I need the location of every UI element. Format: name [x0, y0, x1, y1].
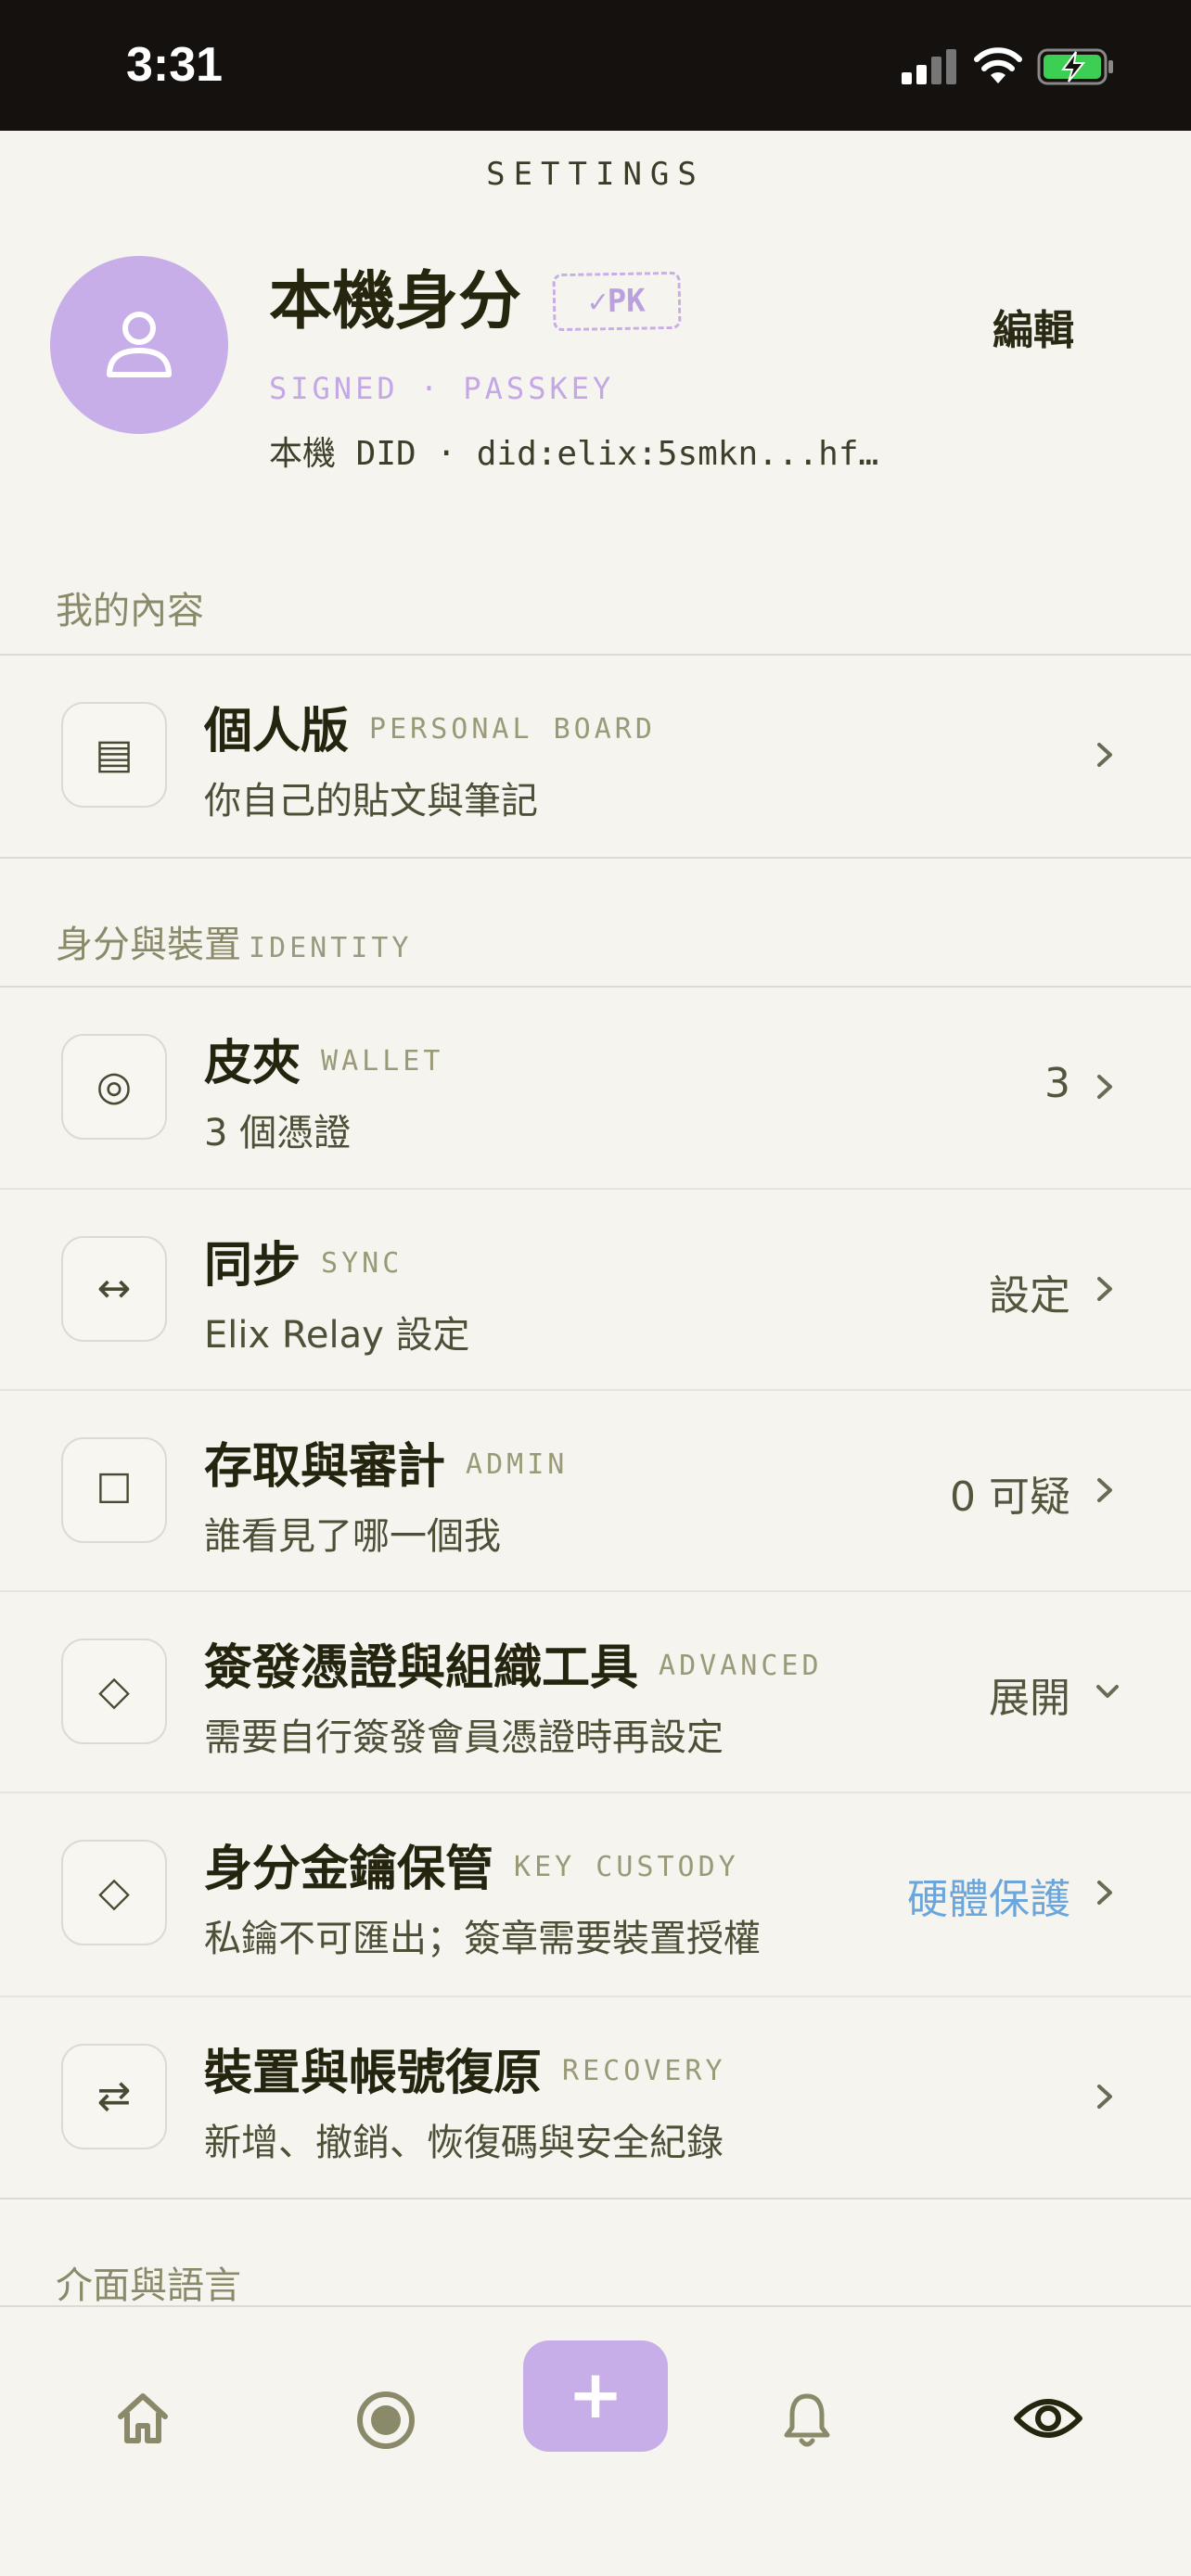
- row-value: 硬體保護: [907, 1876, 1070, 1923]
- row-title: 簽發憑證與組織工具 ADVANCED: [204, 1640, 823, 1696]
- wifi-icon: [974, 47, 1022, 83]
- divider: [0, 2198, 1191, 2200]
- admin-icon: ☐: [61, 1437, 167, 1543]
- wallet-icon: ◎: [61, 1034, 167, 1140]
- row-description: Elix Relay 設定: [204, 1314, 470, 1357]
- row-tag: KEY CUSTODY: [514, 1851, 739, 1883]
- row-title: 皮夾 WALLET: [204, 1036, 444, 1091]
- chevron-right-icon: [1097, 1277, 1112, 1301]
- section-label-my-content: 我的內容: [56, 590, 204, 632]
- row-key-custody[interactable]: ◇ 身分金鑰保管 KEY CUSTODY 私鑰不可匯出；簽章需要裝置授權 硬體保護: [0, 1793, 1191, 1995]
- row-description: 私鑰不可匯出；簽章需要裝置授權: [204, 1918, 761, 1960]
- row-sync[interactable]: ↔ 同步 SYNC Elix Relay 設定 設定: [0, 1190, 1191, 1391]
- eye-icon: [1014, 2399, 1082, 2438]
- home-icon: [118, 2393, 168, 2443]
- add-button[interactable]: +: [523, 2340, 668, 2452]
- row-tag: PERSONAL BOARD: [369, 713, 656, 746]
- chevron-right-icon: [1097, 1881, 1112, 1905]
- row-tag: WALLET: [321, 1045, 444, 1078]
- bell-icon: [784, 2393, 830, 2447]
- tab-visibility[interactable]: [992, 2363, 1104, 2474]
- cellular-signal-icon: [902, 49, 956, 84]
- row-description: 你自己的貼文與筆記: [204, 780, 538, 823]
- section-label-interface: 介面與語言: [56, 2264, 241, 2307]
- row-admin[interactable]: ☐ 存取與審計 ADMIN 誰看見了哪一個我 0 可疑: [0, 1391, 1191, 1592]
- row-tag: RECOVERY: [562, 2055, 726, 2087]
- row-title: 同步 SYNC: [204, 1238, 403, 1294]
- key-icon: ◇: [61, 1840, 167, 1945]
- row-tag: SYNC: [321, 1247, 403, 1280]
- tab-record[interactable]: [328, 2363, 440, 2474]
- tab-notifications[interactable]: [751, 2363, 863, 2474]
- swap-icon: ⇄: [61, 2044, 167, 2149]
- row-description: 3 個憑證: [204, 1112, 352, 1154]
- edit-button[interactable]: 編輯: [992, 297, 1074, 356]
- row-recovery[interactable]: ⇄ 裝置與帳號復原 RECOVERY 新增、撤銷、恢復碼與安全紀錄: [0, 1997, 1191, 2199]
- row-personal-board[interactable]: ▤ 個人版 PERSONAL BOARD 你自己的貼文與筆記: [0, 656, 1191, 857]
- profile-subtitle: SIGNED · PASSKEY: [269, 371, 615, 406]
- passkey-badge: ✓PK: [552, 271, 682, 332]
- profile-did: 本機 DID · did:elix:5smkn...hf…: [269, 435, 879, 473]
- divider: [0, 857, 1191, 859]
- status-bar: 3:31: [0, 0, 1191, 131]
- tab-home[interactable]: [87, 2363, 198, 2474]
- row-title: 個人版 PERSONAL BOARD: [204, 704, 656, 759]
- page-title: SETTINGS: [486, 156, 705, 193]
- chevron-right-icon: [1097, 1478, 1112, 1502]
- row-tag: ADVANCED: [659, 1650, 823, 1682]
- row-value: 3: [1044, 1060, 1070, 1107]
- row-tag: ADMIN: [466, 1448, 569, 1481]
- battery-charging-icon: [1037, 48, 1113, 85]
- profile-name: 本機身分: [269, 265, 522, 338]
- status-time: 3:31: [126, 38, 224, 92]
- row-value: 展開: [989, 1675, 1070, 1722]
- chevron-right-icon: [1097, 2085, 1112, 2109]
- diamond-icon: ◇: [61, 1639, 167, 1744]
- row-description: 需要自行簽發會員憑證時再設定: [204, 1716, 724, 1759]
- row-title: 身分金鑰保管 KEY CUSTODY: [204, 1842, 739, 1897]
- row-title: 裝置與帳號復原 RECOVERY: [204, 2046, 726, 2101]
- row-advanced[interactable]: ◇ 簽發憑證與組織工具 ADVANCED 需要自行簽發會員憑證時再設定 展開: [0, 1592, 1191, 1793]
- tab-bar: +: [0, 2305, 1191, 2576]
- row-title: 存取與審計 ADMIN: [204, 1439, 569, 1495]
- chevron-right-icon: [1097, 1075, 1112, 1099]
- row-value: 0 可疑: [950, 1473, 1070, 1521]
- row-value: 設定: [989, 1272, 1070, 1320]
- sync-icon: ↔: [61, 1236, 167, 1342]
- section-label-identity: 身分與裝置 IDENTITY: [56, 924, 413, 966]
- record-icon: [357, 2391, 415, 2449]
- avatar[interactable]: [50, 256, 228, 434]
- user-icon: [107, 312, 172, 377]
- board-icon: ▤: [61, 702, 167, 808]
- row-description: 新增、撤銷、恢復碼與安全紀錄: [204, 2122, 724, 2164]
- chevron-down-icon: [1096, 1685, 1119, 1698]
- row-wallet[interactable]: ◎ 皮夾 WALLET 3 個憑證 3: [0, 988, 1191, 1189]
- row-description: 誰看見了哪一個我: [204, 1515, 501, 1558]
- chevron-right-icon: [1097, 743, 1112, 767]
